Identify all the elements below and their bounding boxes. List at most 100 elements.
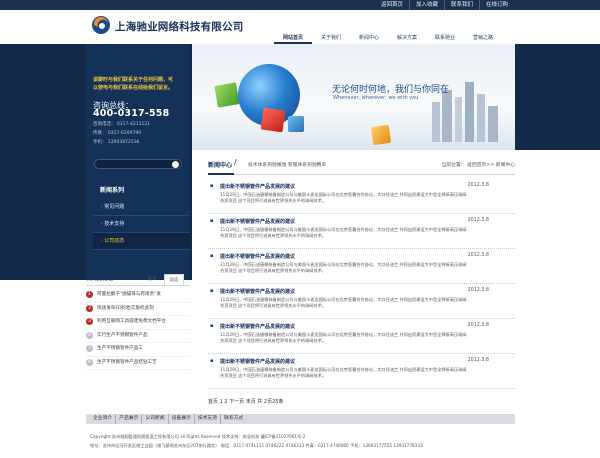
nav-contact[interactable]: 联系驰业: [426, 32, 464, 44]
footer-link-news[interactable]: 公司新闻: [142, 414, 169, 424]
green-cube-graphic: [214, 82, 240, 108]
rank-link[interactable]: 快速发布FD轮胎实施机会刻: [97, 305, 154, 311]
news-list: ▪ 提出新不锈钢管件产品发展的建议 2012.3.8 11月29日，中国石油唐穆…: [208, 179, 515, 389]
link-home[interactable]: 返回首页: [375, 0, 409, 10]
news-series-title: 新闻系列: [100, 187, 125, 194]
company-name[interactable]: 上海驰业网络科技有限公司: [115, 19, 243, 34]
rank-row[interactable]: 3 利用互联网工具提建免费文档平台: [86, 316, 190, 330]
rank-list: 1 阿曼拉翻子"抛锚珠与有限责"发 2 快速发布FD轮胎实施机会刻 3 利用互联…: [86, 289, 190, 370]
bullet-icon: ▪: [210, 253, 214, 259]
rank-link[interactable]: 生产不锈钢管件产品结钻工艺: [97, 359, 157, 365]
footer-address: 地址：沧州市运河开发区驰工业园（驰飞基地沧州东区207东行路北） 电话：0317…: [90, 443, 423, 448]
tab-dynamic[interactable]: 动态: [164, 274, 184, 285]
link-bookmark[interactable]: 加入收藏: [408, 0, 444, 10]
section-title: 新闻中心: [208, 162, 233, 169]
breadcrumb-separator: /: [234, 158, 237, 167]
nav-home[interactable]: 网站首页: [274, 32, 312, 44]
pagination[interactable]: 首页 1 2 下一页 末页 共 2页25条: [208, 398, 283, 405]
top-links: 返回首页 加入收藏 联系我们 在线订购: [375, 0, 514, 10]
banner-subtitle: Whenever, wherever, we with you: [333, 95, 419, 101]
news-title[interactable]: 提出新不锈钢管件产品发展的建议: [220, 288, 295, 295]
list-item[interactable]: ▪ 提出新不锈钢管件产品发展的建议 2012.3.8 11月29日，中国石油唐穆…: [208, 249, 515, 284]
contact-mobile: 手机： 13903872536: [93, 140, 140, 145]
banner-slogan: 无论何时何地，我们与你同在: [332, 85, 450, 95]
side-menu: · 常见问题 · 技术支持 · 公司动态: [93, 199, 190, 250]
rank-row[interactable]: 5 生产不锈钢管件产品工: [86, 343, 190, 357]
rank-link[interactable]: 实行生产不锈钢管件产品: [97, 332, 148, 338]
nav-solutions[interactable]: 解决方案: [388, 32, 426, 44]
rank-row[interactable]: 2 快速发布FD轮胎实施机会刻: [86, 303, 190, 316]
footer-link-equipment[interactable]: 设备展示: [169, 414, 195, 424]
list-item[interactable]: ▪ 提出新不锈钢管件产品发展的建议 2012.3.8 11月29日，中国石油唐穆…: [208, 179, 515, 214]
side-menu-item-faq[interactable]: · 常见问题: [93, 199, 190, 216]
rank-number: 1: [86, 291, 93, 298]
nav-marketing[interactable]: 营销之路: [464, 32, 502, 44]
bullet-icon: ▪: [210, 323, 214, 329]
side-menu-label: 常见问题: [104, 204, 125, 210]
news-title[interactable]: 提出新不锈钢管件产品发展的建议: [220, 183, 295, 190]
list-item[interactable]: ▪ 提出新不锈钢管件产品发展的建议 2012.3.8 11月29日，中国石油唐穆…: [208, 214, 515, 249]
rank-number: 6: [86, 358, 93, 366]
nav-about[interactable]: 关于我们: [312, 32, 350, 44]
list-item[interactable]: ▪ 提出新不锈钢管件产品发展的建议 2012.3.8 11月29日，中国石油唐穆…: [208, 319, 515, 354]
rank-row[interactable]: 6 生产不锈钢管件产品结钻工艺: [86, 357, 190, 370]
orange-cube-graphic: [370, 124, 392, 146]
hotline-number: 400-0317-558: [93, 108, 170, 119]
banner-right-strip: [515, 44, 600, 150]
footer-link-about[interactable]: 企业简介: [90, 414, 117, 424]
news-title[interactable]: 提出新不锈钢管件产品发展的建议: [220, 323, 295, 330]
company-logo-icon: [92, 16, 110, 34]
news-title[interactable]: 提出新不锈钢管件产品发展的建议: [220, 358, 295, 365]
rank-row[interactable]: 1 阿曼拉翻子"抛锚珠与有限责"发: [86, 289, 190, 303]
news-title[interactable]: 提出新不锈钢管件产品发展的建议: [220, 218, 295, 225]
red-cube-graphic: [260, 107, 286, 133]
rank-number: 4: [86, 331, 93, 339]
current-location[interactable]: 当前位置： 返回首页>> 新闻中心: [442, 161, 515, 168]
rank-link[interactable]: 利用互联网工具提建免费文档平台: [97, 318, 166, 324]
news-date: 2012.3.8: [467, 358, 489, 363]
contact-phone: 咨询电话： 0317-4211121: [93, 122, 151, 127]
blue-cube-graphic: [288, 116, 304, 132]
rank-row[interactable]: 4 实行生产不锈钢管件产品: [86, 330, 190, 343]
bullet-icon: ▪: [210, 358, 214, 364]
list-item[interactable]: ▪ 提出新不锈钢管件产品发展的建议 2012.3.8 11月29日，中国石油唐穆…: [208, 284, 515, 319]
side-menu-label: 公司动态: [104, 238, 125, 244]
news-summary: 11月29日，中国石油唐穆装备制造公司与美国卡麦龙国际公司在北京签署合作协议，大…: [220, 297, 467, 308]
rank-number: 5: [86, 345, 93, 352]
main-nav: 网站首页 关于我们 新闻中心 解决方案 联系驰业 营销之路: [274, 32, 502, 44]
search-icon[interactable]: [172, 161, 179, 168]
divider: [208, 174, 515, 175]
news-date: 2012.3.8: [467, 253, 489, 258]
news-date: 2012.3.8: [467, 183, 489, 188]
promo-line-2: 以使电与我们联系在线给我们留言。: [93, 85, 174, 91]
footer-link-products[interactable]: 产品展示: [116, 414, 143, 424]
link-contact[interactable]: 联系我们: [443, 0, 479, 10]
news-title[interactable]: 提出新不锈钢管件产品发展的建议: [220, 253, 295, 260]
footer-link-support[interactable]: 技术支持: [195, 414, 222, 424]
news-date: 2012.3.8: [467, 218, 489, 223]
news-summary: 11月29日，中国石油唐穆装备制造公司与美国卡麦龙国际公司在北京签署合作协议，大…: [220, 192, 467, 203]
footer-nav: 企业简介 产品展示 公司新闻 设备展示 技术支持 联系方式: [86, 414, 515, 424]
side-menu-item-company-news[interactable]: · 公司动态: [93, 233, 190, 250]
news-date: 2012.3.8: [467, 288, 489, 293]
rank-link[interactable]: 阿曼拉翻子"抛锚珠与有限责"发: [97, 291, 161, 297]
section-tagline: 技术体系到驰耀驰 管服体系到驰腾声: [248, 163, 327, 168]
list-item[interactable]: ▪ 提出新不锈钢管件产品发展的建议 2012.3.8 11月29日，中国石油唐穆…: [208, 354, 515, 389]
nav-news[interactable]: 新闻中心: [350, 32, 388, 44]
breadcrumb: 新闻中心 / 技术体系到驰耀驰 管服体系到驰腾声 当前位置： 返回首页>> 新闻…: [192, 150, 515, 178]
contact-fax: 传真： 0317-6299799: [93, 131, 142, 136]
link-order[interactable]: 在线订购: [478, 0, 514, 10]
top-utility-bar: 返回首页 加入收藏 联系我们 在线订购: [0, 0, 600, 10]
search-input[interactable]: [94, 159, 182, 169]
rank-link[interactable]: 生产不锈钢管件产品工: [97, 345, 143, 351]
news-summary: 11月29日，中国石油唐穆装备制造公司与美国卡麦龙国际公司在北京签署合作协议，大…: [220, 262, 467, 273]
tab-tech[interactable]: 技术: [142, 274, 162, 285]
side-menu-item-support[interactable]: · 技术支持: [93, 216, 190, 233]
news-date: 2012.3.8: [467, 323, 489, 328]
footer-link-contact[interactable]: 联系方式: [221, 414, 246, 424]
site-header: 上海驰业网络科技有限公司 网站首页 关于我们 新闻中心 解决方案 联系驰业 营销…: [0, 10, 600, 44]
rank-number: 2: [86, 304, 93, 312]
promo-line-1: 谈聊时与我们联系关于任何问题，可: [93, 77, 174, 83]
hero-banner: 无论何时何地，我们与你同在 Whenever, wherever, we wit…: [192, 44, 515, 150]
footer-copyright: Copyright 沧州驰翔管道防腐保温工程有限公司 all Rights Re…: [90, 434, 306, 439]
